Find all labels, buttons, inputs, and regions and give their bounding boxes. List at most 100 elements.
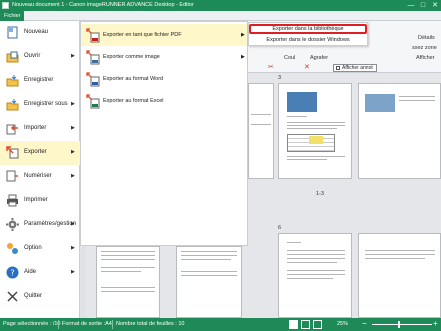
maximize-button[interactable]: □ xyxy=(417,0,429,11)
staple-button[interactable]: Agrafer xyxy=(310,55,328,61)
page-thumbnail[interactable] xyxy=(278,83,352,179)
tab-file[interactable]: Fichier xyxy=(0,11,24,21)
print-icon xyxy=(7,194,18,207)
menu-item-scan[interactable]: Numériser ▶ xyxy=(0,165,80,189)
fit-width-view-icon[interactable] xyxy=(313,320,322,329)
submenu-arrow-icon: ▶ xyxy=(71,101,75,107)
submenu-item-label: Exporter comme image xyxy=(103,54,160,60)
menu-item-quit[interactable]: Quitter xyxy=(0,285,80,309)
menu-item-label: Option xyxy=(24,245,42,251)
import-icon xyxy=(6,124,18,135)
menu-item-label: Importer xyxy=(24,125,47,131)
status-bar: Page sélectionnée : /10 Format de sortie… xyxy=(0,318,441,331)
submenu-item-label: Exporter en tant que fichier PDF xyxy=(103,32,182,38)
details-button[interactable]: Détails xyxy=(418,35,435,41)
submenu-arrow-icon: ▶ xyxy=(71,269,75,275)
menu-item-save[interactable]: Enregistrer xyxy=(0,69,80,93)
submenu-arrow-icon: ▶ xyxy=(241,32,245,38)
submenu-item-export-image[interactable]: Exporter comme image ▶ xyxy=(81,46,247,68)
submenu-arrow-icon: ▶ xyxy=(71,221,75,227)
page-thumbnail[interactable] xyxy=(278,233,352,318)
menu-item-label: Aide xyxy=(24,269,37,275)
page-highlight xyxy=(309,136,323,144)
open-folder-icon xyxy=(6,51,19,63)
submenu-arrow-icon: ▶ xyxy=(71,149,75,155)
single-page-view-icon[interactable] xyxy=(289,320,298,329)
close-button[interactable]: ✕ xyxy=(429,0,441,11)
flyout-item-export-windows-folder[interactable]: Exporter dans le dossier Windows xyxy=(249,35,367,45)
menu-item-label: Exporter xyxy=(24,149,47,155)
settings-icon xyxy=(6,218,19,231)
menu-item-label: Nouveau xyxy=(24,29,49,35)
menu-item-label: Enregistrer xyxy=(24,77,54,83)
scissors-icon[interactable]: ✂ xyxy=(268,63,274,71)
menu-item-open[interactable]: Ouvrir ▶ xyxy=(0,45,80,69)
page-number-label: 6 xyxy=(278,225,282,231)
submenu-item-export-excel[interactable]: Exporter au format Excel xyxy=(81,90,247,112)
submenu-item-export-word[interactable]: Exporter au format Word xyxy=(81,68,247,90)
document-view[interactable]: 3 1-3 6 xyxy=(248,73,441,318)
page-thumbnail[interactable] xyxy=(96,246,160,318)
option-icon xyxy=(7,243,18,254)
show-annotations-label: Afficher annot xyxy=(342,65,373,71)
submenu-arrow-icon: ▶ xyxy=(71,173,75,179)
ribbon-tab-row: Fichier xyxy=(0,11,441,21)
title-bar: Nouveau document 1 - Canon imageRUNNER A… xyxy=(0,0,441,11)
menu-item-print[interactable]: Imprimer xyxy=(0,189,80,213)
menu-item-label: Numériser xyxy=(24,173,52,179)
delete-icon[interactable]: ✕ xyxy=(304,63,310,71)
export-submenu: Exporter en tant que fichier PDF ▶ Expor… xyxy=(80,21,248,246)
menu-item-save-as[interactable]: Enregistrer sous ▶ xyxy=(0,93,80,117)
excel-export-icon xyxy=(86,94,100,109)
color-button[interactable]: Coul xyxy=(284,55,295,61)
help-icon: ? xyxy=(6,266,19,279)
page-thumbnail[interactable] xyxy=(176,246,242,318)
selected-page-status: Page sélectionnée : /10 xyxy=(3,321,61,327)
two-page-view-icon[interactable] xyxy=(301,320,310,329)
new-document-icon xyxy=(7,26,18,39)
scan-icon xyxy=(6,170,18,182)
output-format-status: Format de sortie :A4 xyxy=(62,321,112,327)
menu-item-label: Ouvrir xyxy=(24,53,41,59)
pdf-export-flyout: Exporter dans la bibliothèque Exporter d… xyxy=(248,22,368,46)
submenu-arrow-icon: ▶ xyxy=(241,54,245,60)
menu-item-label: Imprimer xyxy=(24,197,48,203)
zoom-slider-thumb[interactable] xyxy=(398,321,400,328)
menu-item-export[interactable]: Exporter ▶ xyxy=(0,141,80,165)
menu-item-help[interactable]: ? Aide ▶ xyxy=(0,261,80,285)
menu-item-option[interactable]: Option ▶ xyxy=(0,237,80,261)
submenu-item-export-pdf[interactable]: Exporter en tant que fichier PDF ▶ xyxy=(81,24,247,46)
zoom-slider[interactable] xyxy=(372,324,432,325)
image-export-icon xyxy=(86,50,100,65)
checkbox-icon xyxy=(336,66,340,70)
file-menu: Nouveau Ouvrir ▶ Enregistrer Enregistrer… xyxy=(0,21,80,318)
hide-zone-button[interactable]: ssez zone xyxy=(412,45,437,51)
show-annotations-checkbox[interactable]: Afficher annot xyxy=(333,64,377,72)
app-icon xyxy=(2,2,9,9)
flyout-item-export-library[interactable]: Exporter dans la bibliothèque xyxy=(249,24,367,34)
menu-item-label: Enregistrer sous xyxy=(24,101,68,107)
menu-item-settings[interactable]: Paramètres/gestion ▶ xyxy=(0,213,80,237)
document-view-lower[interactable] xyxy=(86,246,248,318)
minimize-button[interactable]: — xyxy=(405,0,417,11)
page-range-label: 1-3 xyxy=(316,191,324,197)
zoom-out-button[interactable]: − xyxy=(362,319,367,328)
page-thumbnail[interactable] xyxy=(248,83,274,179)
menu-item-new[interactable]: Nouveau xyxy=(0,21,80,45)
submenu-item-label: Exporter au format Excel xyxy=(103,98,164,104)
submenu-arrow-icon: ▶ xyxy=(71,53,75,59)
page-thumbnail[interactable] xyxy=(358,233,441,318)
submenu-item-label: Exporter au format Word xyxy=(103,76,164,82)
window-title: Nouveau document 1 - Canon imageRUNNER A… xyxy=(12,2,194,8)
menu-item-import[interactable]: Importer ▶ xyxy=(0,117,80,141)
zoom-in-button[interactable]: + xyxy=(433,319,438,328)
submenu-arrow-icon: ▶ xyxy=(71,125,75,131)
menu-item-label: Paramètres/gestion xyxy=(24,221,77,227)
page-thumbnail[interactable] xyxy=(358,83,441,179)
page-image xyxy=(365,94,395,112)
svg-text:?: ? xyxy=(10,269,14,278)
close-icon xyxy=(7,291,18,302)
page-number-label: 3 xyxy=(278,75,282,81)
pdf-export-icon xyxy=(86,28,100,43)
page-image xyxy=(287,92,317,112)
